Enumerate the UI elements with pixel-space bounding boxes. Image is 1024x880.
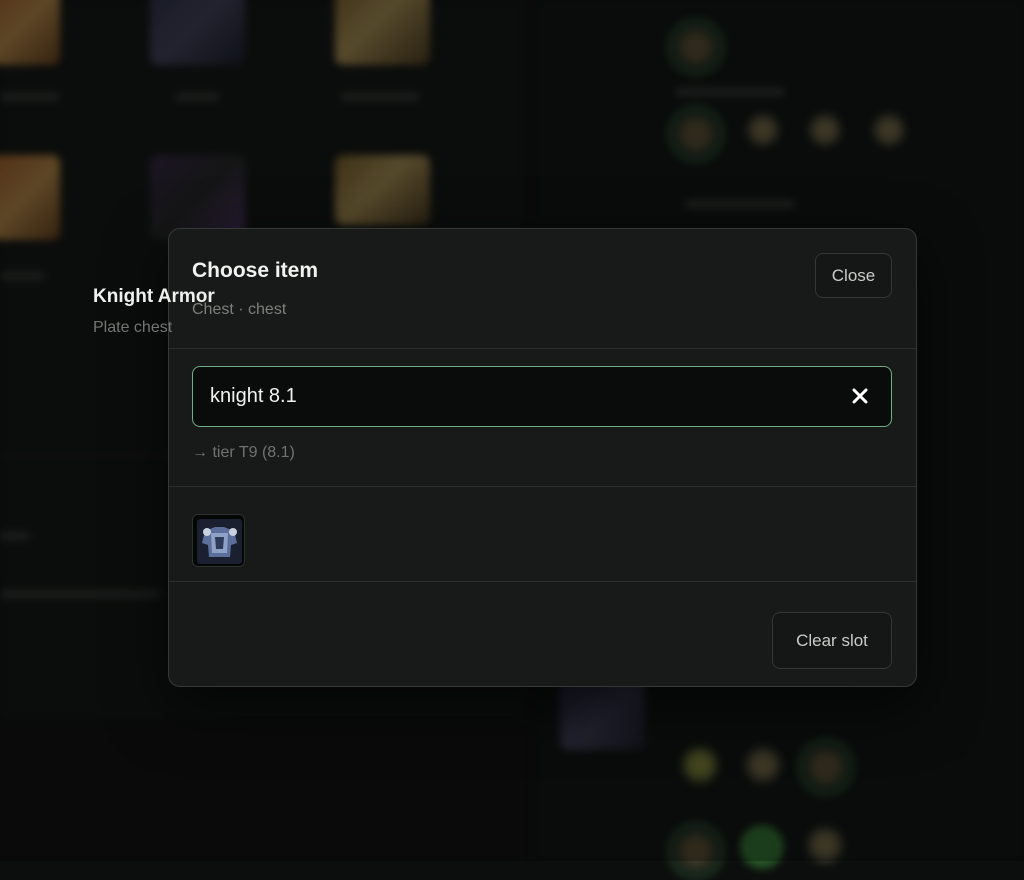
search-hint: → tier T9 (8.1) (192, 444, 295, 462)
knight-armor-thumbnail (192, 514, 245, 567)
search-section: → tier T9 (8.1) (169, 349, 916, 487)
dialog-footer: Clear slot (169, 594, 916, 686)
results-list (169, 487, 916, 594)
close-icon[interactable] (849, 385, 871, 407)
search-input[interactable] (193, 367, 833, 426)
dialog-header: Choose item Chest · chest Close (169, 229, 916, 349)
clear-slot-button[interactable]: Clear slot (772, 612, 892, 669)
result-item-name: Knight Armor (93, 286, 215, 308)
search-box (192, 366, 892, 427)
list-item[interactable] (169, 487, 916, 582)
close-button[interactable]: Close (815, 253, 892, 298)
choose-item-dialog: Choose item Chest · chest Close → tier T… (168, 228, 917, 687)
result-item-type: Plate chest (93, 319, 172, 337)
dialog-title: Choose item (192, 259, 318, 283)
